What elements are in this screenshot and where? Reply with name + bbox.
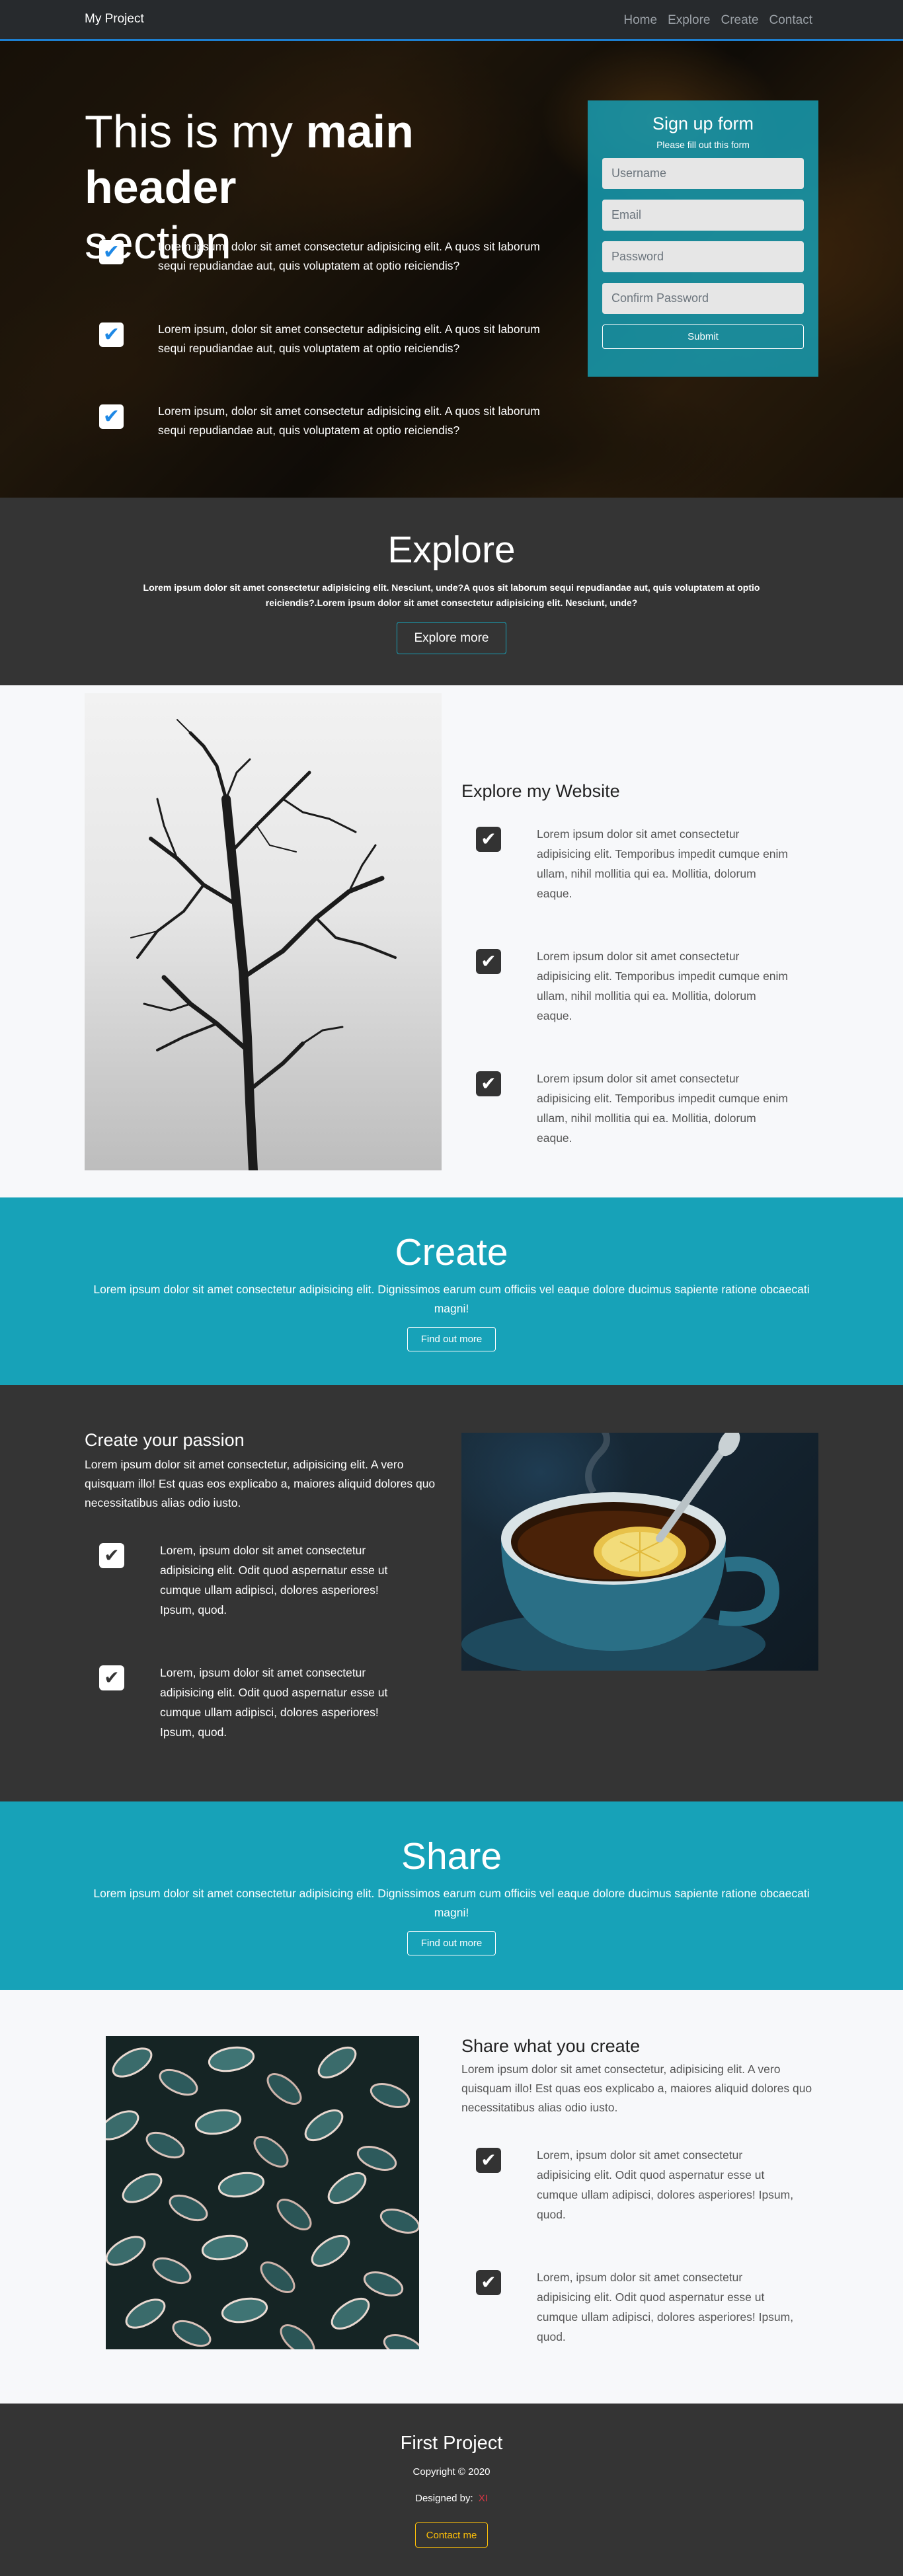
signup-title: Sign up form <box>652 114 754 133</box>
feature-text: Lorem ipsum dolor sit amet consectetur a… <box>537 950 789 1022</box>
feature-text: Lorem ipsum dolor sit amet consectetur a… <box>537 827 789 900</box>
feature-item: ✔ Lorem, ipsum dolor sit amet consectetu… <box>476 2145 795 2224</box>
feature-text: Lorem ipsum dolor sit amet consectetur a… <box>537 1072 789 1145</box>
explore-title: Explore <box>387 529 516 571</box>
signup-subtitle: Please fill out this form <box>656 139 750 150</box>
share-text: Lorem ipsum dolor sit amet consectetur a… <box>93 1887 810 1919</box>
designed-by-label: Designed by: <box>415 2493 473 2504</box>
check-icon: ✔ <box>476 2148 501 2173</box>
check-icon: ✔ <box>476 2270 501 2295</box>
hero-feature: ✔ Lorem ipsum, dolor sit amet consectetu… <box>99 237 549 276</box>
passion-section: Create your passion Lorem ipsum dolor si… <box>0 1385 903 1801</box>
check-icon: ✔ <box>99 1543 124 1568</box>
check-icon: ✔ <box>99 322 124 347</box>
designer-name: XI <box>478 2493 488 2504</box>
confirm-password-input[interactable] <box>602 283 804 314</box>
explore-more-button[interactable]: Explore more <box>397 622 506 654</box>
create-find-out-more-button[interactable]: Find out more <box>407 1327 496 1351</box>
create-section: Create Lorem ipsum dolor sit amet consec… <box>0 1197 903 1386</box>
hero-feature: ✔ Lorem ipsum, dolor sit amet consectetu… <box>99 402 549 440</box>
copyright-text: Copyright © 2020 <box>412 2466 491 2478</box>
hero-feature-text: Lorem ipsum, dolor sit amet consectetur … <box>158 404 540 437</box>
check-icon: ✔ <box>99 1665 124 1690</box>
nav-link-explore[interactable]: Explore <box>668 13 710 28</box>
tree-image <box>85 693 442 1170</box>
tea-cup-illustration <box>461 1433 780 1671</box>
hero-section: This is my main header section ✔ Lorem ip… <box>0 41 903 498</box>
feature-text: Lorem, ipsum dolor sit amet consectetur … <box>160 1666 388 1739</box>
explore-website-section: Explore my Website ✔ Lorem ipsum dolor s… <box>0 685 903 1197</box>
hero-feature: ✔ Lorem ipsum, dolor sit amet consectetu… <box>99 320 549 358</box>
email-input[interactable] <box>602 200 804 231</box>
check-icon: ✔ <box>476 949 501 974</box>
create-text: Lorem ipsum dolor sit amet consectetur a… <box>93 1283 810 1315</box>
feature-item: ✔ Lorem ipsum dolor sit amet consectetur… <box>476 1069 795 1148</box>
submit-button[interactable]: Submit <box>602 324 804 349</box>
check-icon: ✔ <box>99 404 124 429</box>
username-input[interactable] <box>602 158 804 189</box>
tea-cup-image <box>461 1433 818 1671</box>
footer-title: First Project <box>400 2433 503 2454</box>
navbar: My Project Home Explore Create Contact <box>0 0 903 41</box>
share-create-intro: Lorem ipsum dolor sit amet consectetur, … <box>461 2063 812 2114</box>
plants-image <box>106 2036 419 2349</box>
explore-website-title: Explore my Website <box>461 781 620 801</box>
feature-item: ✔ Lorem ipsum dolor sit amet consectetur… <box>476 946 795 1026</box>
feature-item: ✔ Lorem ipsum dolor sit amet consectetur… <box>476 824 795 903</box>
nav-link-home[interactable]: Home <box>623 13 657 28</box>
share-title: Share <box>401 1835 502 1877</box>
feature-text: Lorem, ipsum dolor sit amet consectetur … <box>537 2148 794 2221</box>
share-create-section: Share what you create Lorem ipsum dolor … <box>0 1990 903 2404</box>
check-icon: ✔ <box>476 1071 501 1096</box>
check-icon: ✔ <box>99 240 124 264</box>
feature-text: Lorem, ipsum dolor sit amet consectetur … <box>160 1544 388 1616</box>
create-title: Create <box>395 1231 508 1273</box>
check-icon: ✔ <box>476 827 501 852</box>
footer: First Project Copyright © 2020 Designed … <box>0 2404 903 2576</box>
nav-link-create[interactable]: Create <box>721 13 758 28</box>
succulent-leaves-illustration <box>106 2036 419 2349</box>
nav-links: Home Explore Create Contact <box>623 13 812 28</box>
share-section: Share Lorem ipsum dolor sit amet consect… <box>0 1801 903 1990</box>
share-find-out-more-button[interactable]: Find out more <box>407 1931 496 1955</box>
password-input[interactable] <box>602 241 804 272</box>
dead-tree-illustration <box>130 719 397 1170</box>
navbar-brand[interactable]: My Project <box>85 12 144 26</box>
signup-form: Sign up form Please fill out this form S… <box>588 100 818 377</box>
contact-me-button[interactable]: Contact me <box>415 2522 488 2548</box>
feature-text: Lorem, ipsum dolor sit amet consectetur … <box>537 2271 794 2343</box>
nav-link-contact[interactable]: Contact <box>769 13 812 28</box>
hero-feature-text: Lorem ipsum, dolor sit amet consectetur … <box>158 322 540 355</box>
explore-text: Lorem ipsum dolor sit amet consectetur a… <box>143 582 760 608</box>
feature-item: ✔ Lorem, ipsum dolor sit amet consectetu… <box>476 2267 795 2347</box>
hero-feature-text: Lorem ipsum, dolor sit amet consectetur … <box>158 240 540 272</box>
feature-item: ✔ Lorem, ipsum dolor sit amet consectetu… <box>99 1540 411 1620</box>
passion-title: Create your passion <box>85 1430 245 1450</box>
designed-by: Designed by: XI <box>0 2493 903 2504</box>
explore-section: Explore Lorem ipsum dolor sit amet conse… <box>0 498 903 685</box>
passion-intro: Lorem ipsum dolor sit amet consectetur, … <box>85 1458 436 1509</box>
share-create-title: Share what you create <box>461 2036 641 2056</box>
feature-item: ✔ Lorem, ipsum dolor sit amet consectetu… <box>99 1663 411 1742</box>
